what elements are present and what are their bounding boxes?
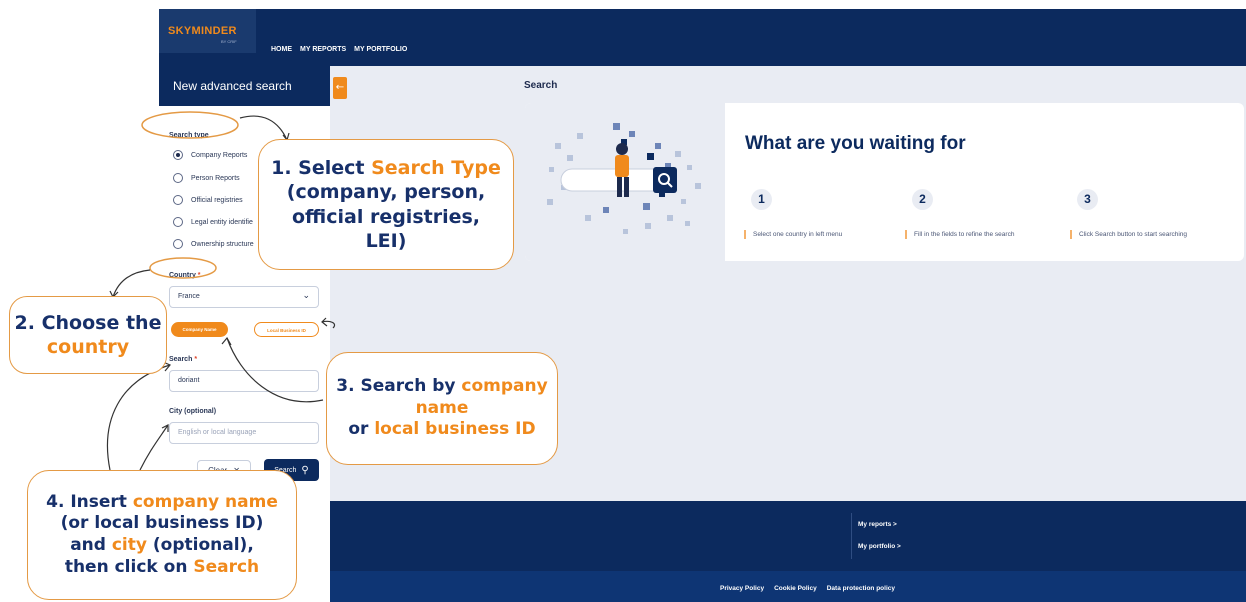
close-icon: ✕	[233, 466, 240, 475]
step-text: Click Search button to start searching	[1070, 230, 1187, 239]
clear-button[interactable]: Clear ✕	[197, 460, 251, 481]
toggle-local-business-id[interactable]: Local Business ID	[254, 322, 319, 337]
sidebar-header: New advanced search	[159, 66, 330, 106]
nav-my-reports[interactable]: MY REPORTS	[300, 46, 346, 53]
radio-ownership-structure[interactable]: Ownership structure	[173, 239, 254, 249]
required-mark: *	[197, 272, 201, 279]
radio-company-reports[interactable]: Company Reports	[173, 150, 247, 160]
callout-highlight: city	[111, 535, 147, 555]
search-type-label: Search type	[169, 132, 209, 139]
chevron-down-icon: ⌄	[302, 291, 310, 301]
radio-label: Person Reports	[191, 174, 240, 182]
sub-footer: Privacy Policy Cookie Policy Data protec…	[330, 571, 1246, 602]
search-illustration	[525, 103, 725, 261]
radio-label: Official registries	[191, 196, 243, 204]
nav-my-portfolio[interactable]: MY PORTFOLIO	[354, 46, 407, 53]
radio-label: Ownership structure	[191, 240, 254, 248]
required-mark: *	[194, 356, 198, 363]
footer-link-my-portfolio[interactable]: My portfolio >	[858, 543, 901, 550]
cookie-policy-link[interactable]: Cookie Policy	[774, 585, 817, 592]
radio-unselected-icon	[173, 217, 183, 227]
callout-step-2: 2. Choose the country	[9, 296, 167, 374]
top-navbar: SKYMINDER BY CRIF HOME MY REPORTS MY POR…	[159, 9, 1246, 66]
nav-home[interactable]: HOME	[271, 46, 292, 53]
callout-text: 4. Insert	[46, 491, 133, 512]
illustration-icon	[547, 123, 701, 234]
app-window: SKYMINDER BY CRIF HOME MY REPORTS MY POR…	[159, 9, 1246, 602]
hero-card: What are you waiting for 1 Select one co…	[525, 103, 1244, 261]
collapse-sidebar-button[interactable]: ←	[333, 77, 347, 99]
callout-highlight: country	[46, 336, 130, 358]
callout-text: and	[70, 535, 112, 555]
search-input[interactable]: doriant	[169, 370, 319, 392]
country-value: France	[178, 293, 200, 300]
logo[interactable]: SKYMINDER BY CRIF	[159, 9, 256, 53]
country-select[interactable]: France ⌄	[169, 286, 319, 308]
search-sidebar: New advanced search Search type Company …	[159, 66, 330, 602]
radio-unselected-icon	[173, 173, 183, 183]
search-button-label: Search	[274, 466, 297, 474]
radio-unselected-icon	[173, 195, 183, 205]
hero-heading: What are you waiting for	[745, 133, 966, 154]
sidebar-title: New advanced search	[173, 79, 292, 93]
search-icon: ⚲	[301, 464, 309, 476]
city-input[interactable]: English or local language	[169, 422, 319, 444]
footer-divider	[851, 513, 852, 559]
search-button[interactable]: Search ⚲	[264, 459, 319, 481]
page-title: Search	[524, 80, 558, 91]
country-label: Country *	[169, 272, 201, 279]
city-label: City (optional)	[169, 408, 217, 415]
step-number: 3	[1077, 189, 1098, 210]
radio-legal-entity-identifier[interactable]: Legal entity identifie	[173, 217, 253, 227]
radio-label: Company Reports	[191, 151, 248, 159]
toggle-company-name[interactable]: Company Name	[171, 322, 228, 337]
clear-label: Clear	[208, 466, 228, 475]
logo-subtitle: BY CRIF	[221, 39, 237, 44]
step-text: Select one country in left menu	[744, 230, 842, 239]
footer: My reports > My portfolio >	[330, 501, 1246, 571]
step-number: 1	[751, 189, 772, 210]
radio-person-reports[interactable]: Person Reports	[173, 173, 240, 183]
main-nav: HOME MY REPORTS MY PORTFOLIO	[271, 46, 407, 53]
search-field-label: Search *	[169, 356, 197, 363]
step-text: Fill in the fields to refine the search	[905, 230, 1014, 239]
policy-links: Privacy Policy Cookie Policy Data protec…	[720, 585, 895, 592]
data-protection-policy-link[interactable]: Data protection policy	[827, 585, 895, 592]
privacy-policy-link[interactable]: Privacy Policy	[720, 585, 764, 592]
footer-link-my-reports[interactable]: My reports >	[858, 521, 897, 528]
radio-unselected-icon	[173, 239, 183, 249]
logo-text: SKYMINDER	[168, 25, 237, 37]
radio-selected-icon	[173, 150, 183, 160]
country-label-text: Country	[169, 272, 196, 279]
step-number: 2	[912, 189, 933, 210]
search-label-text: Search	[169, 356, 193, 363]
callout-line: 2. Choose the	[14, 311, 162, 334]
radio-official-registries[interactable]: Official registries	[173, 195, 243, 205]
radio-label: Legal entity identifie	[191, 218, 253, 226]
